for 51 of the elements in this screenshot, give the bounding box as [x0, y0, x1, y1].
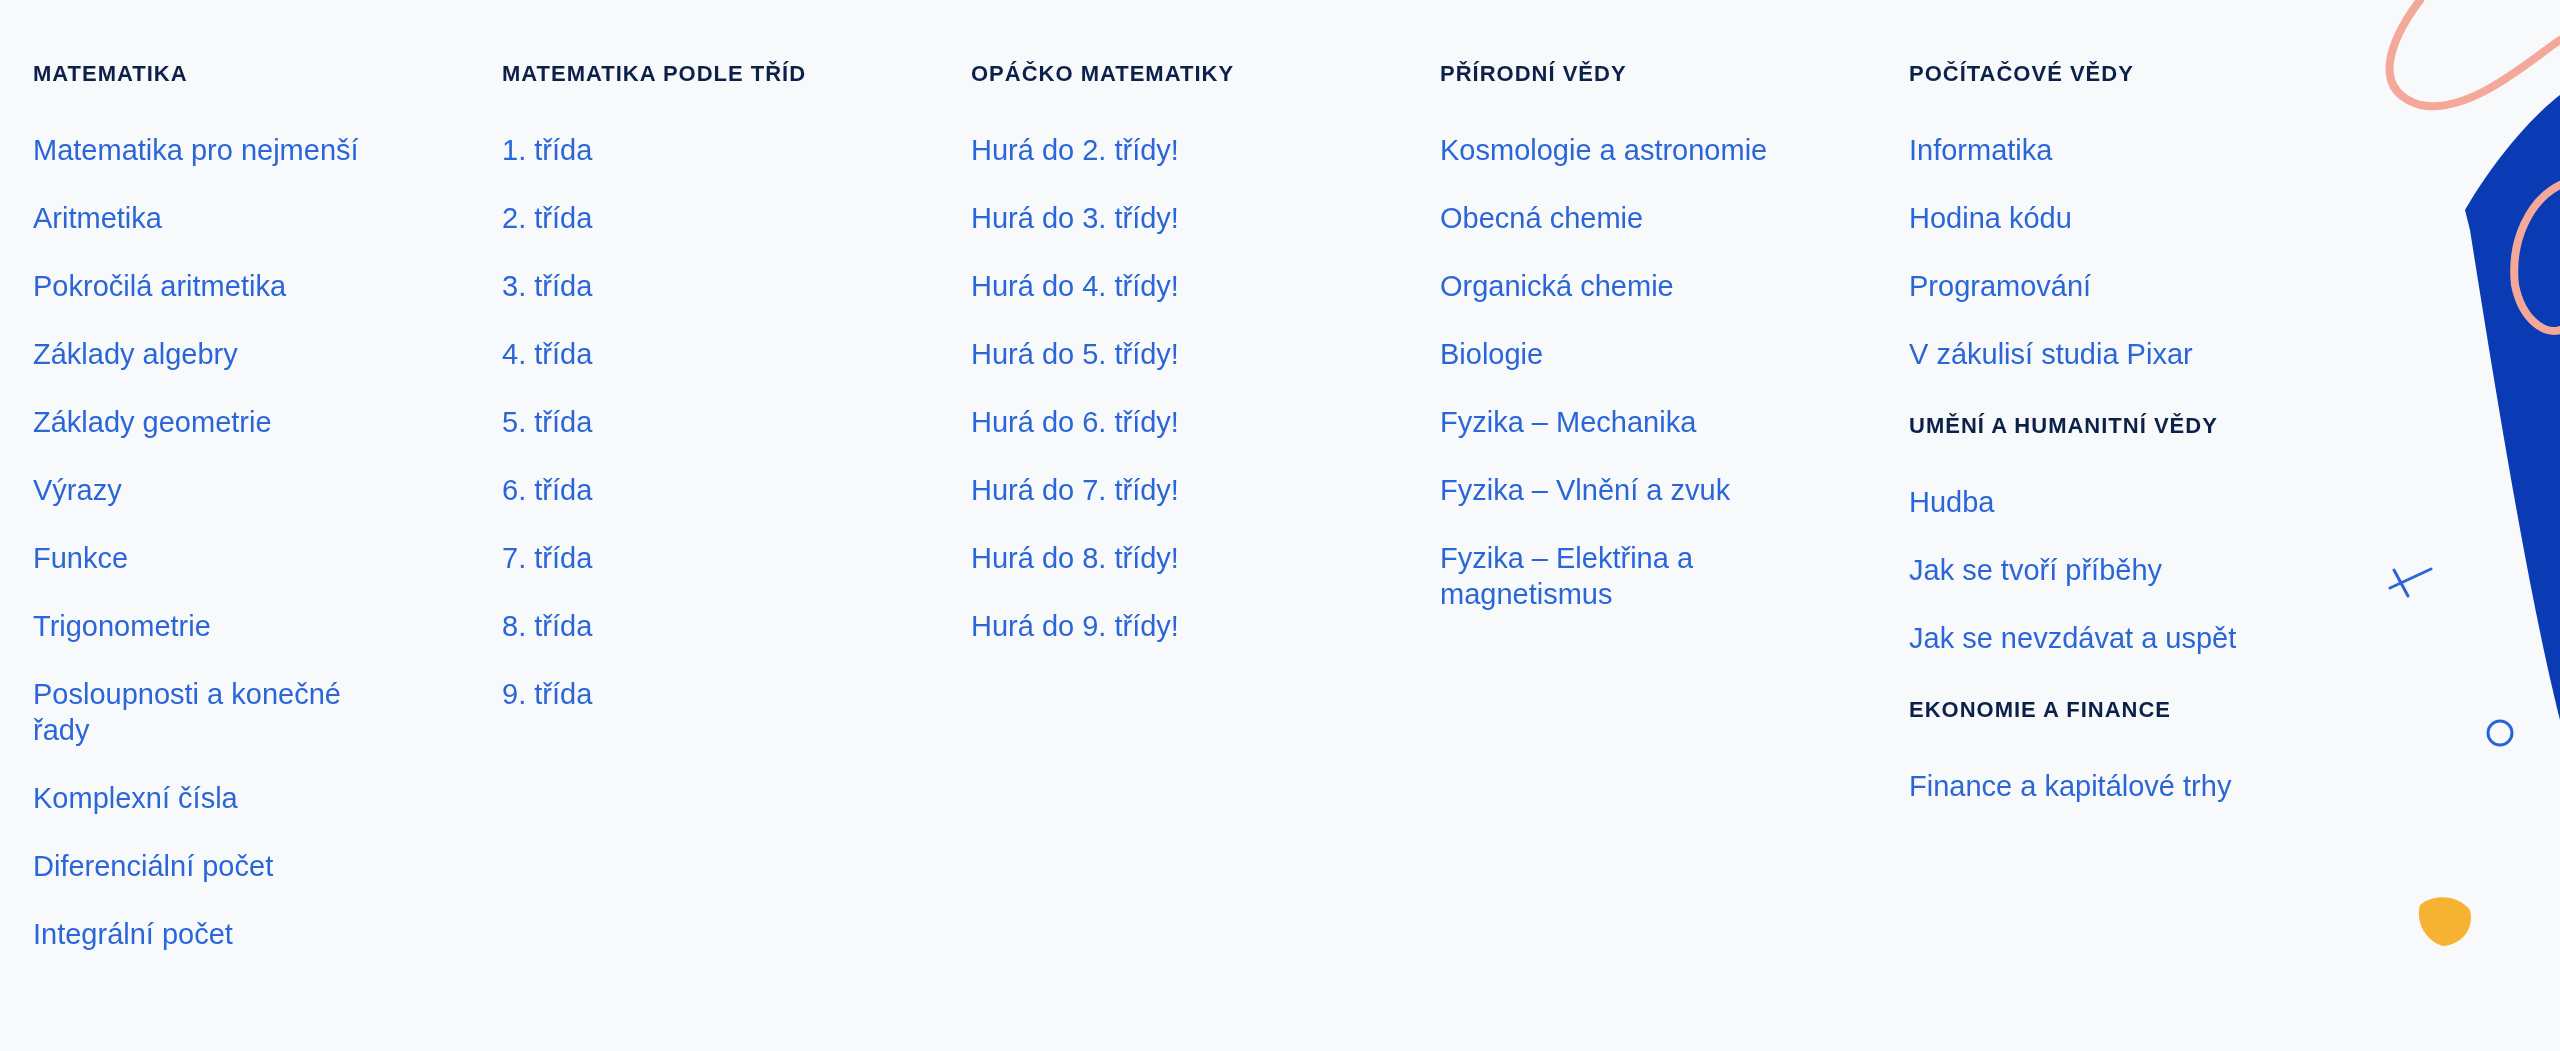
course-link[interactable]: 7. třída: [502, 540, 593, 576]
course-link[interactable]: Aritmetika: [33, 200, 162, 236]
course-link[interactable]: Obecná chemie: [1440, 200, 1644, 236]
course-link[interactable]: Trigonometrie: [33, 608, 211, 644]
course-link[interactable]: Výrazy: [33, 472, 122, 508]
course-link[interactable]: 4. třída: [502, 336, 593, 372]
course-link[interactable]: Hurá do 5. třídy!: [971, 336, 1179, 372]
course-link[interactable]: Komplexní čísla: [33, 780, 238, 816]
course-link[interactable]: Hurá do 6. třídy!: [971, 404, 1179, 440]
course-link[interactable]: Fyzika – Elektřina a magnetismus: [1440, 540, 1770, 612]
course-link[interactable]: Programování: [1909, 268, 2092, 304]
course-link[interactable]: Jak se nevzdávat a uspět: [1909, 620, 2237, 656]
section-heading: PŘÍRODNÍ VĚDY: [1440, 60, 1627, 88]
section-heading: EKONOMIE A FINANCE: [1909, 696, 2172, 724]
course-link[interactable]: Informatika: [1909, 132, 2053, 168]
course-link[interactable]: Finance a kapitálové trhy: [1909, 768, 2232, 804]
course-link[interactable]: Funkce: [33, 540, 129, 576]
course-link[interactable]: Matematika pro nejmenší: [33, 132, 359, 168]
course-link[interactable]: Hodina kódu: [1909, 200, 2072, 236]
course-link[interactable]: Fyzika – Mechanika: [1440, 404, 1697, 440]
course-link[interactable]: 6. třída: [502, 472, 593, 508]
course-link[interactable]: 3. třída: [502, 268, 593, 304]
course-link[interactable]: Jak se tvoří příběhy: [1909, 552, 2163, 588]
course-link[interactable]: Kosmologie a astronomie: [1440, 132, 1768, 168]
course-link[interactable]: 9. třída: [502, 676, 593, 712]
course-link[interactable]: Hudba: [1909, 484, 1995, 520]
section-heading: POČÍTAČOVÉ VĚDY: [1909, 60, 2134, 88]
course-link[interactable]: Hurá do 7. třídy!: [971, 472, 1179, 508]
course-link[interactable]: Základy geometrie: [33, 404, 272, 440]
section-heading: MATEMATIKA PODLE TŘÍD: [502, 60, 807, 88]
course-link[interactable]: Diferenciální počet: [33, 848, 274, 884]
course-link[interactable]: V zákulisí studia Pixar: [1909, 336, 2193, 372]
course-link[interactable]: Hurá do 4. třídy!: [971, 268, 1179, 304]
course-link[interactable]: 8. třída: [502, 608, 593, 644]
course-link[interactable]: Posloupnosti a konečné řady: [33, 676, 363, 748]
course-link[interactable]: Organická chemie: [1440, 268, 1674, 304]
section-heading: MATEMATIKA: [33, 60, 188, 88]
course-link[interactable]: Hurá do 3. třídy!: [971, 200, 1179, 236]
course-link[interactable]: Integrální počet: [33, 916, 233, 952]
course-link[interactable]: Pokročilá aritmetika: [33, 268, 287, 304]
course-link[interactable]: Hurá do 2. třídy!: [971, 132, 1179, 168]
section-heading: OPÁČKO MATEMATIKY: [971, 60, 1235, 88]
course-link[interactable]: Základy algebry: [33, 336, 238, 372]
course-link[interactable]: Fyzika – Vlnění a zvuk: [1440, 472, 1731, 508]
section-heading: UMĚNÍ A HUMANITNÍ VĚDY: [1909, 412, 2218, 440]
course-link[interactable]: 1. třída: [502, 132, 593, 168]
course-link[interactable]: Hurá do 8. třídy!: [971, 540, 1179, 576]
course-link[interactable]: Hurá do 9. třídy!: [971, 608, 1179, 644]
course-link[interactable]: Biologie: [1440, 336, 1544, 372]
course-link[interactable]: 2. třída: [502, 200, 593, 236]
course-link[interactable]: 5. třída: [502, 404, 593, 440]
